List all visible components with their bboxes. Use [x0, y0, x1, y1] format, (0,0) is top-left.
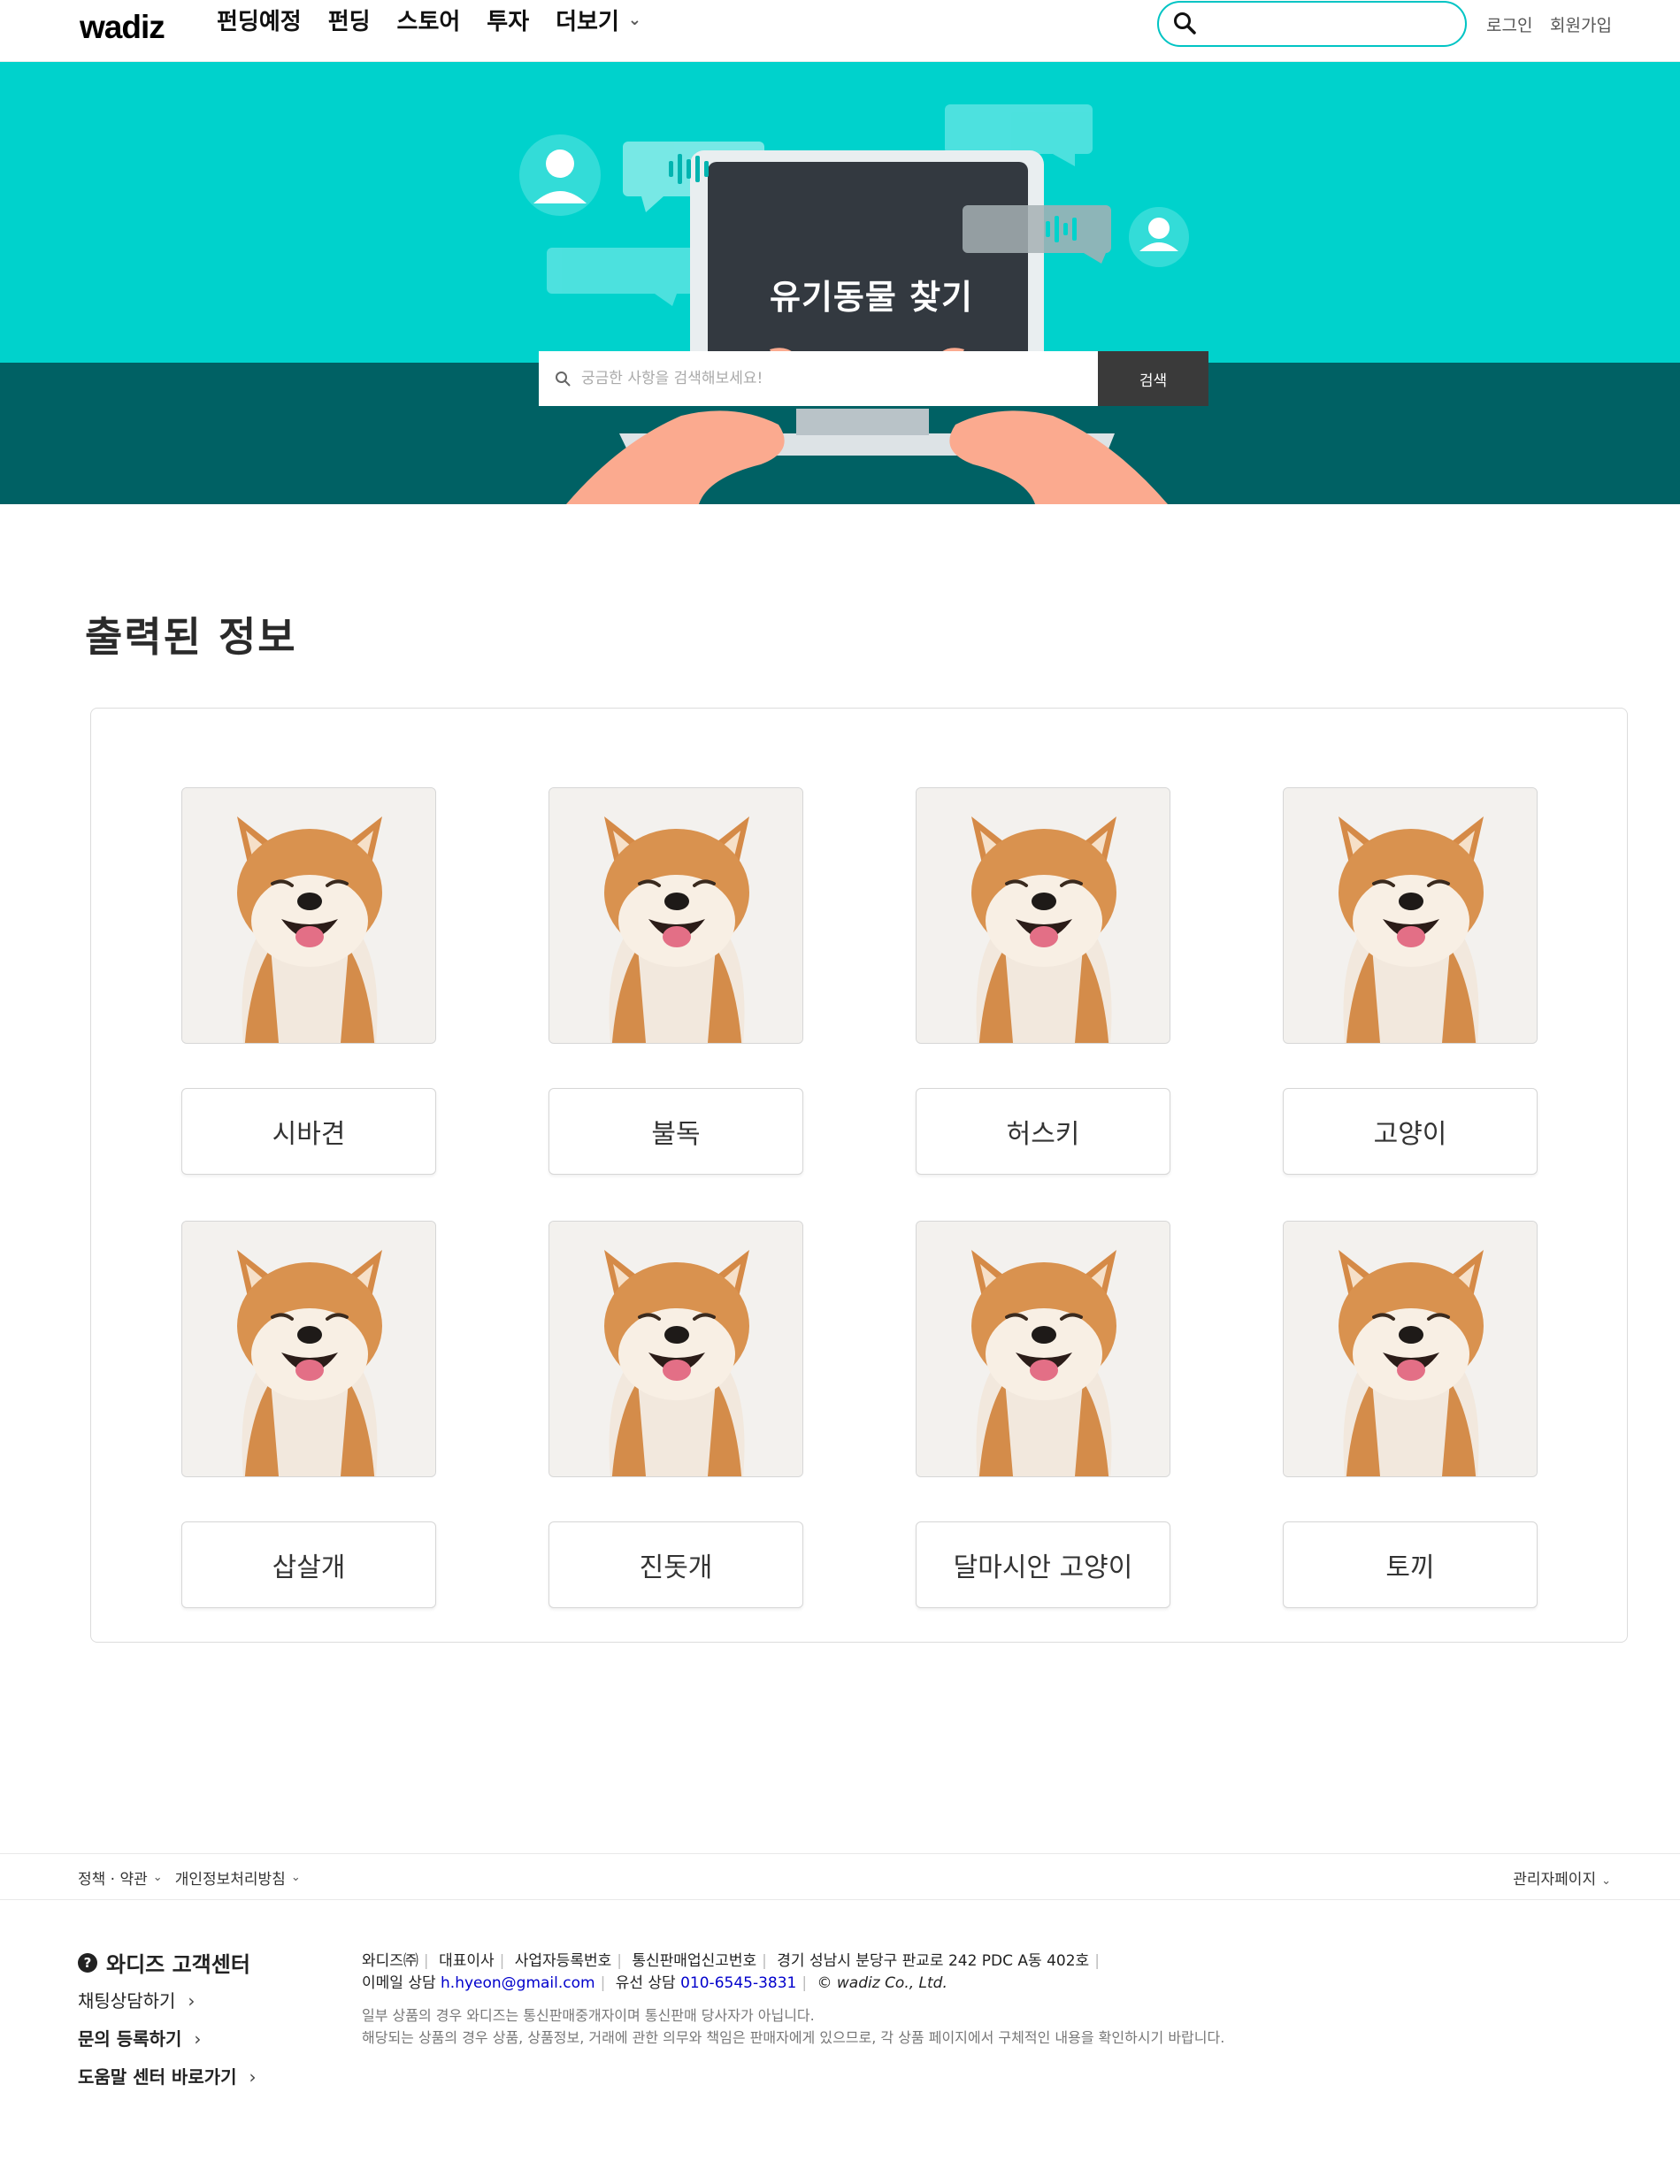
- animal-card-image[interactable]: [181, 1221, 436, 1477]
- chat-consult-label: 채팅상담하기: [78, 1990, 176, 2012]
- search-icon: [1174, 12, 1196, 34]
- nav-invest[interactable]: 투자: [487, 4, 529, 36]
- animal-card-image[interactable]: [548, 1221, 803, 1477]
- company-info-line: 와디즈㈜ | 대표이사 | 사업자등록번호 | 통신판매업신고번호 | 경기 성남시 분…: [362, 1952, 1100, 1970]
- login-link[interactable]: 로그인: [1486, 12, 1532, 36]
- animal-card-label[interactable]: 삽살개: [181, 1521, 436, 1608]
- admin-dropdown[interactable]: 관리자페이지 ⌄: [1513, 1866, 1611, 1889]
- chat-consult-link[interactable]: 채팅상담하기 ›: [78, 1987, 195, 2012]
- animal-card-image[interactable]: [916, 1221, 1170, 1477]
- company-name: 와디즈㈜: [362, 1952, 418, 1970]
- animal-card-label[interactable]: 진돗개: [548, 1521, 803, 1608]
- chevron-right-icon: ›: [249, 2066, 257, 2088]
- hero-banner: 유기동물 찾기 검색: [0, 62, 1680, 504]
- footer-divider: [0, 1899, 1680, 1900]
- header-search-input[interactable]: [1157, 1, 1467, 47]
- chevron-down-icon: ⌄: [290, 1871, 301, 1884]
- animal-card-label[interactable]: 시바견: [181, 1088, 436, 1175]
- mail-order-label: 통신판매업신고번호: [632, 1952, 757, 1970]
- copyright: © wadiz Co., Ltd.: [817, 1974, 947, 1992]
- phone-link[interactable]: 010-6545-3831: [680, 1974, 796, 1992]
- help-center-link[interactable]: 도움말 센터 바로가기 ›: [78, 2063, 257, 2088]
- privacy-label: 개인정보처리방침: [174, 1871, 286, 1889]
- ceo-label: 대표이사: [439, 1952, 495, 1970]
- nav-more[interactable]: 더보기 ⌄: [556, 4, 641, 36]
- shiba-dog-photo: [182, 788, 435, 1043]
- nav-funding[interactable]: 펀딩: [328, 4, 371, 36]
- animal-card-label[interactable]: 토끼: [1283, 1521, 1538, 1608]
- search-icon: [556, 372, 571, 387]
- admin-label: 관리자페이지: [1513, 1871, 1597, 1889]
- animal-card-image[interactable]: [548, 787, 803, 1044]
- help-icon: ?: [78, 1952, 97, 1973]
- animal-card-label[interactable]: 불독: [548, 1088, 803, 1175]
- banner-search-field[interactable]: [539, 351, 1098, 406]
- main-nav: 펀딩예정 펀딩 스토어 투자 더보기 ⌄: [217, 4, 668, 36]
- banner-search-button[interactable]: 검색: [1098, 351, 1208, 406]
- signup-link[interactable]: 회원가입: [1550, 12, 1612, 36]
- phone-label: 유선 상담: [615, 1974, 676, 1992]
- section-title: 출력된 정보: [85, 613, 297, 661]
- chevron-right-icon: ›: [194, 2028, 202, 2050]
- privacy-dropdown[interactable]: 개인정보처리방침 ⌄: [175, 1866, 301, 1889]
- help-center-label: 도움말 센터 바로가기: [78, 2066, 237, 2088]
- chevron-down-icon: ⌄: [627, 11, 641, 29]
- email-label: 이메일 상담: [362, 1974, 436, 1992]
- policy-label: 정책 · 약관: [78, 1871, 148, 1889]
- banner-search-input[interactable]: [581, 351, 1085, 406]
- animal-card-label[interactable]: 고양이: [1283, 1088, 1538, 1175]
- animal-card-label[interactable]: 달마시안 고양이: [916, 1521, 1170, 1608]
- footer-policy-links: 정책 · 약관 ⌄ 개인정보처리방침 ⌄: [78, 1866, 301, 1889]
- shiba-dog-photo: [549, 1222, 802, 1476]
- notice-line-1: 일부 상품의 경우 와디즈는 통신판매중개자이며 통신판매 당사자가 아닙니다.: [362, 2007, 815, 2024]
- biz-number-label: 사업자등록번호: [514, 1952, 612, 1970]
- banner-title: 유기동물 찾기: [770, 278, 973, 317]
- notice-line-2: 해당되는 상품의 경우 상품, 상품정보, 거래에 관한 의무와 책임은 판매자…: [362, 2029, 1225, 2046]
- shiba-dog-photo: [1284, 1222, 1537, 1476]
- shiba-dog-photo: [917, 788, 1170, 1043]
- shiba-dog-photo: [917, 1222, 1170, 1476]
- nav-upcoming-funding[interactable]: 펀딩예정: [217, 4, 302, 36]
- chevron-down-icon: ⌄: [1601, 1874, 1611, 1888]
- company-address: 경기 성남시 분당구 판교로 242 PDC A동 402호: [777, 1952, 1090, 1970]
- shiba-dog-photo: [1284, 788, 1537, 1043]
- chevron-right-icon: ›: [188, 1990, 196, 2012]
- policy-dropdown[interactable]: 정책 · 약관 ⌄: [78, 1866, 163, 1889]
- footer-divider: [0, 1853, 1680, 1854]
- nav-store[interactable]: 스토어: [397, 4, 461, 36]
- customer-center-title: ? 와디즈 고객센터: [78, 1947, 250, 1978]
- shiba-dog-photo: [182, 1222, 435, 1476]
- shiba-dog-photo: [549, 788, 802, 1043]
- animal-card-image[interactable]: [916, 787, 1170, 1044]
- wadiz-logo[interactable]: wadiz: [80, 9, 165, 46]
- nav-more-label: 더보기: [556, 9, 619, 35]
- animal-card-image[interactable]: [1283, 787, 1538, 1044]
- animal-card-image[interactable]: [181, 787, 436, 1044]
- email-link[interactable]: h.hyeon@gmail.com: [441, 1974, 595, 1992]
- chevron-down-icon: ⌄: [152, 1871, 163, 1884]
- top-header: wadiz 펀딩예정 펀딩 스토어 투자 더보기 ⌄ 로그인 회원가입: [0, 0, 1680, 62]
- inquiry-label: 문의 등록하기: [78, 2028, 182, 2050]
- animal-card-label[interactable]: 허스키: [916, 1088, 1170, 1175]
- inquiry-link[interactable]: 문의 등록하기 ›: [78, 2025, 201, 2050]
- customer-center-label: 와디즈 고객센터: [106, 1952, 250, 1977]
- contact-info-line: 이메일 상담 h.hyeon@gmail.com | 유선 상담 010-6545…: [362, 1974, 947, 1992]
- animal-card-image[interactable]: [1283, 1221, 1538, 1477]
